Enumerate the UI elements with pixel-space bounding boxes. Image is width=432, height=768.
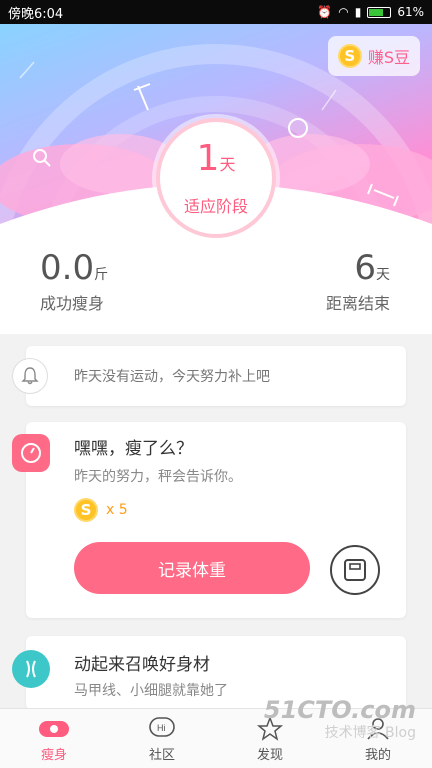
coin-icon: S — [337, 44, 362, 68]
wifi-icon: ◠ — [338, 5, 349, 19]
coin-icon: S — [74, 498, 98, 522]
body-shape-icon — [12, 650, 50, 688]
days-remaining-label: 距离结束 — [325, 294, 390, 313]
status-time: 傍晚6:04 — [8, 6, 64, 22]
weigh-card-subtitle: 昨天的努力，秤会告诉你。 — [74, 469, 242, 485]
day-count: 1天 — [197, 139, 236, 185]
tab-community-label: 社区 — [148, 747, 175, 763]
battery-percent: 61% — [397, 5, 424, 19]
reminder-card[interactable]: 昨天没有运动，今天努力补上吧 — [12, 346, 406, 406]
chat-hi-icon: Hi — [149, 716, 175, 737]
scale-dial-icon — [12, 434, 50, 472]
progress-day-circle: 1天 适应阶段 — [156, 118, 276, 238]
days-remaining-value: 6 — [354, 248, 376, 288]
watermark-sub-text: 技术博客 — [324, 725, 381, 741]
scale-icon — [344, 559, 366, 581]
stats-panel: 0.0斤 成功瘦身 6天 距离结束 — [0, 238, 432, 334]
bell-icon — [12, 358, 48, 394]
earn-coins-label: 赚S豆 — [367, 48, 410, 67]
weight-loss-unit: 斤 — [94, 267, 109, 283]
day-count-unit: 天 — [219, 155, 236, 174]
weight-loss-value: 0.0 — [40, 248, 95, 288]
watermark-sub: 技术博客 Blog — [264, 722, 416, 742]
weigh-card-title: 嘿嘿，瘦了么？ — [74, 439, 193, 459]
status-bar: 傍晚6:04 ⏰ ◠ ▮ 61% — [0, 0, 432, 24]
alarm-icon: ⏰ — [317, 5, 333, 19]
stage-label: 适应阶段 — [183, 197, 248, 216]
record-weight-button[interactable]: 记录体重 — [74, 542, 310, 594]
cat-collar-icon — [39, 720, 69, 737]
summon-card-title: 动起来召唤好身材 — [74, 655, 210, 675]
tab-community[interactable]: Hi 社区 — [108, 709, 216, 768]
tab-discover-label: 发现 — [256, 747, 283, 763]
smart-scale-button[interactable] — [330, 545, 380, 595]
reward-multiplier: x 5 — [106, 502, 128, 518]
tab-slim-label: 瘦身 — [40, 747, 67, 763]
days-remaining-stat: 6天 距离结束 — [326, 248, 390, 314]
watermark-brand: 51CTO.com — [263, 696, 416, 724]
watermark: 51CTO.com 技术博客 Blog — [264, 696, 416, 742]
weight-loss-label: 成功瘦身 — [40, 294, 105, 313]
earn-coins-button[interactable]: S 赚S豆 — [327, 36, 420, 76]
battery-icon — [367, 6, 392, 18]
svg-text:Hi: Hi — [157, 723, 166, 733]
weight-loss-stat: 0.0斤 成功瘦身 — [40, 248, 108, 314]
badminton-icon — [133, 83, 151, 111]
reminder-text: 昨天没有运动，今天努力补上吧 — [74, 369, 270, 385]
signal-icon: ▮ — [354, 5, 362, 19]
day-count-value: 1 — [196, 138, 220, 179]
status-icons: ⏰ ◠ ▮ 61% — [317, 5, 424, 19]
tab-me-label: 我的 — [364, 747, 391, 763]
reward-row: S x 5 — [74, 498, 128, 522]
watermark-blog: Blog — [385, 725, 416, 741]
days-remaining-unit: 天 — [376, 267, 390, 283]
tab-slim[interactable]: 瘦身 — [0, 709, 108, 768]
summon-card-subtitle: 马甲线、小细腿就靠她了 — [74, 683, 228, 699]
weigh-card: 嘿嘿，瘦了么？ 昨天的努力，秤会告诉你。 S x 5 记录体重 — [12, 422, 406, 618]
